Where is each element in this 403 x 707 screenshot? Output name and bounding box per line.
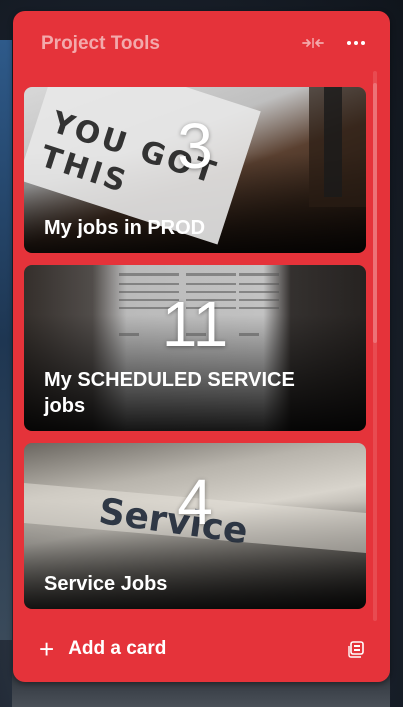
- create-from-template-button[interactable]: [343, 637, 371, 661]
- collapse-arrows-icon: [302, 38, 324, 48]
- card-count-badge: 4: [177, 466, 213, 538]
- ellipsis-icon: [347, 41, 365, 45]
- list-column: Project Tools YOU GOT THIS 3 My jobs in …: [13, 11, 390, 682]
- background-streak: [0, 40, 12, 640]
- add-card-label: Add a card: [68, 638, 167, 659]
- card-title: My jobs in PROD: [44, 217, 206, 239]
- list-title[interactable]: Project Tools: [41, 33, 160, 55]
- list-header: Project Tools: [13, 11, 390, 75]
- card-list-scrollbar[interactable]: [370, 71, 380, 621]
- card-list: YOU GOT THIS 3 My jobs in PROD 11 My SCH…: [24, 75, 366, 620]
- collapse-list-button[interactable]: [299, 31, 327, 55]
- card-title: My SCHEDULED SERVICE jobs: [44, 369, 295, 417]
- card-service-jobs[interactable]: Service 4 Service Jobs: [24, 443, 366, 609]
- card-title: Service Jobs: [44, 573, 168, 595]
- card-count-badge: 3: [177, 110, 213, 182]
- plus-icon: +: [39, 634, 55, 664]
- list-footer: + Add a card: [13, 627, 390, 671]
- card-count-badge: 11: [161, 288, 229, 360]
- card-template-icon: [348, 641, 364, 658]
- scrollbar-thumb[interactable]: [373, 83, 377, 343]
- add-card-button[interactable]: + Add a card: [27, 631, 178, 667]
- card-my-jobs-in-prod[interactable]: YOU GOT THIS 3 My jobs in PROD: [24, 87, 366, 253]
- list-actions-button[interactable]: [342, 31, 370, 55]
- card-my-scheduled-service-jobs[interactable]: 11 My SCHEDULED SERVICE jobs: [24, 265, 366, 431]
